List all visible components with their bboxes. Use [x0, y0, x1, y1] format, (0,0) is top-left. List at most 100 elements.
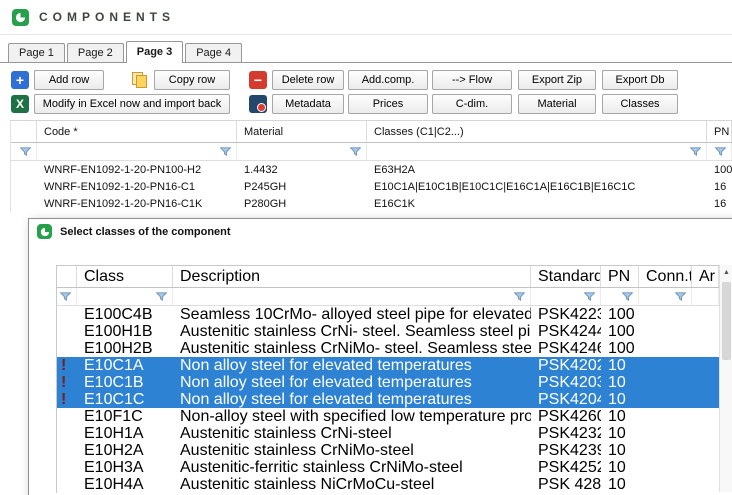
- pn-cell[interactable]: 100: [601, 306, 639, 323]
- add-row-icon-button[interactable]: +: [10, 70, 30, 90]
- ar-cell[interactable]: [692, 476, 719, 493]
- funnel-icon[interactable]: [622, 292, 633, 302]
- conn-tol-cell[interactable]: [639, 408, 692, 425]
- material-cell[interactable]: P245GH: [237, 178, 367, 195]
- funnel-icon[interactable]: [715, 147, 726, 157]
- excel-icon-button[interactable]: X: [10, 94, 30, 114]
- standard-cell[interactable]: PSK4260: [531, 408, 601, 425]
- classes-cell[interactable]: E10C1A|E10C1B|E10C1C|E16C1A|E16C1B|E16C1…: [367, 178, 707, 195]
- standard-cell[interactable]: PSK4204: [531, 391, 601, 408]
- export-db-button[interactable]: Export Db: [602, 70, 678, 90]
- pn-cell[interactable]: 10: [601, 357, 639, 374]
- class-row-selected[interactable]: ! E10C1A Non alloy steel for elevated te…: [57, 357, 719, 374]
- classes-cell[interactable]: E16C1K: [367, 195, 707, 212]
- column-header-standard[interactable]: Standard: [531, 266, 601, 287]
- description-cell[interactable]: Non alloy steel for elevated temperature…: [173, 374, 531, 391]
- pn-cell[interactable]: 16: [707, 195, 732, 212]
- class-cell[interactable]: E10C1C: [77, 391, 173, 408]
- standard-cell[interactable]: PSK 4280: [531, 476, 601, 493]
- class-cell[interactable]: E10H4A: [77, 476, 173, 493]
- pn-cell[interactable]: 10: [601, 408, 639, 425]
- ar-cell[interactable]: [692, 391, 719, 408]
- column-header-pn[interactable]: PN: [707, 121, 732, 142]
- tab-page-3[interactable]: Page 3: [126, 41, 183, 63]
- conn-tol-cell[interactable]: [639, 357, 692, 374]
- filter-cell-indicator[interactable]: [11, 143, 37, 160]
- ar-cell[interactable]: [692, 459, 719, 476]
- code-cell[interactable]: WNRF-EN1092-1-20-PN16-C1K: [37, 195, 237, 212]
- class-row[interactable]: E100C4B Seamless 10CrMo- alloyed steel p…: [57, 306, 719, 323]
- filter-cell-pn[interactable]: [601, 288, 639, 305]
- funnel-icon[interactable]: [220, 147, 231, 157]
- class-row[interactable]: E100H2B Austenitic stainless CrNiMo- ste…: [57, 340, 719, 357]
- description-cell[interactable]: Austenitic-ferritic stainless CrNiMo-ste…: [173, 459, 531, 476]
- ar-cell[interactable]: [692, 323, 719, 340]
- ar-cell[interactable]: [692, 357, 719, 374]
- column-header-conn-tol[interactable]: Conn.tol.: [639, 266, 692, 287]
- standard-cell[interactable]: PSK4252: [531, 459, 601, 476]
- class-cell[interactable]: E10H1A: [77, 425, 173, 442]
- conn-tol-cell[interactable]: [639, 442, 692, 459]
- class-row[interactable]: E10H1A Austenitic stainless CrNi-steel P…: [57, 425, 719, 442]
- description-cell[interactable]: Austenitic stainless CrNi- steel. Seamle…: [173, 323, 531, 340]
- funnel-icon[interactable]: [690, 147, 701, 157]
- component-row[interactable]: WNRF-EN1092-1-20-PN16-C1 P245GH E10C1A|E…: [11, 178, 732, 195]
- class-row-selected[interactable]: ! E10C1B Non alloy steel for elevated te…: [57, 374, 719, 391]
- pn-cell[interactable]: 10: [601, 391, 639, 408]
- funnel-icon[interactable]: [675, 292, 686, 302]
- column-header-ar[interactable]: Ar: [692, 266, 719, 287]
- description-cell[interactable]: Seamless 10CrMo- alloyed steel pipe for …: [173, 306, 531, 323]
- pn-cell[interactable]: 10: [601, 442, 639, 459]
- metadata-button[interactable]: Metadata: [272, 94, 344, 114]
- modify-in-excel-button[interactable]: Modify in Excel now and import back: [34, 94, 230, 114]
- pn-cell[interactable]: 100: [707, 161, 732, 178]
- class-row[interactable]: E10F1C Non-alloy steel with specified lo…: [57, 408, 719, 425]
- conn-tol-cell[interactable]: [639, 306, 692, 323]
- export-zip-button[interactable]: Export Zip: [518, 70, 596, 90]
- filter-cell-material[interactable]: [237, 143, 367, 160]
- class-row[interactable]: E10H3A Austenitic-ferritic stainless CrN…: [57, 459, 719, 476]
- ar-cell[interactable]: [692, 306, 719, 323]
- scrollbar-thumb[interactable]: [722, 282, 731, 360]
- delete-row-button[interactable]: Delete row: [272, 70, 344, 90]
- class-cell[interactable]: E100H1B: [77, 323, 173, 340]
- filter-cell-ar[interactable]: [692, 288, 719, 305]
- class-cell[interactable]: E10H3A: [77, 459, 173, 476]
- conn-tol-cell[interactable]: [639, 391, 692, 408]
- class-row[interactable]: E10H4A Austenitic stainless NiCrMoCu-ste…: [57, 476, 719, 493]
- class-cell[interactable]: E100C4B: [77, 306, 173, 323]
- component-row[interactable]: WNRF-EN1092-1-20-PN100-H2 1.4432 E63H2A …: [11, 161, 732, 178]
- class-cell[interactable]: E10H2A: [77, 442, 173, 459]
- material-cell[interactable]: 1.4432: [237, 161, 367, 178]
- component-row[interactable]: WNRF-EN1092-1-20-PN16-C1K P280GH E16C1K …: [11, 195, 732, 212]
- column-header-pn[interactable]: PN: [601, 266, 639, 287]
- column-header-material[interactable]: Material: [237, 121, 367, 142]
- copy-row-icon-button[interactable]: [130, 70, 150, 90]
- pn-cell[interactable]: 10: [601, 476, 639, 493]
- class-row-selected[interactable]: ! E10C1C Non alloy steel for elevated te…: [57, 391, 719, 408]
- prices-button[interactable]: Prices: [348, 94, 428, 114]
- conn-tol-cell[interactable]: [639, 323, 692, 340]
- conn-tol-cell[interactable]: [639, 340, 692, 357]
- funnel-icon[interactable]: [584, 292, 595, 302]
- flow-button[interactable]: --> Flow: [432, 70, 512, 90]
- ar-cell[interactable]: [692, 408, 719, 425]
- code-cell[interactable]: WNRF-EN1092-1-20-PN100-H2: [37, 161, 237, 178]
- pn-cell[interactable]: 100: [601, 323, 639, 340]
- c-dim-button[interactable]: C-dim.: [432, 94, 512, 114]
- chevron-up-icon[interactable]: ▲: [720, 265, 732, 280]
- tab-page-1[interactable]: Page 1: [8, 43, 65, 62]
- tab-page-2[interactable]: Page 2: [67, 43, 124, 62]
- funnel-icon[interactable]: [514, 292, 525, 302]
- conn-tol-cell[interactable]: [639, 425, 692, 442]
- description-cell[interactable]: Non-alloy steel with specified low tempe…: [173, 408, 531, 425]
- class-cell[interactable]: E10C1B: [77, 374, 173, 391]
- filter-cell-class[interactable]: [77, 288, 173, 305]
- description-cell[interactable]: Austenitic stainless CrNiMo- steel. Seam…: [173, 340, 531, 357]
- pn-cell[interactable]: 10: [601, 425, 639, 442]
- pn-cell[interactable]: 10: [601, 459, 639, 476]
- pn-cell[interactable]: 16: [707, 178, 732, 195]
- tab-page-4[interactable]: Page 4: [185, 43, 242, 62]
- copy-row-button[interactable]: Copy row: [154, 70, 230, 90]
- standard-cell[interactable]: PSK4202: [531, 357, 601, 374]
